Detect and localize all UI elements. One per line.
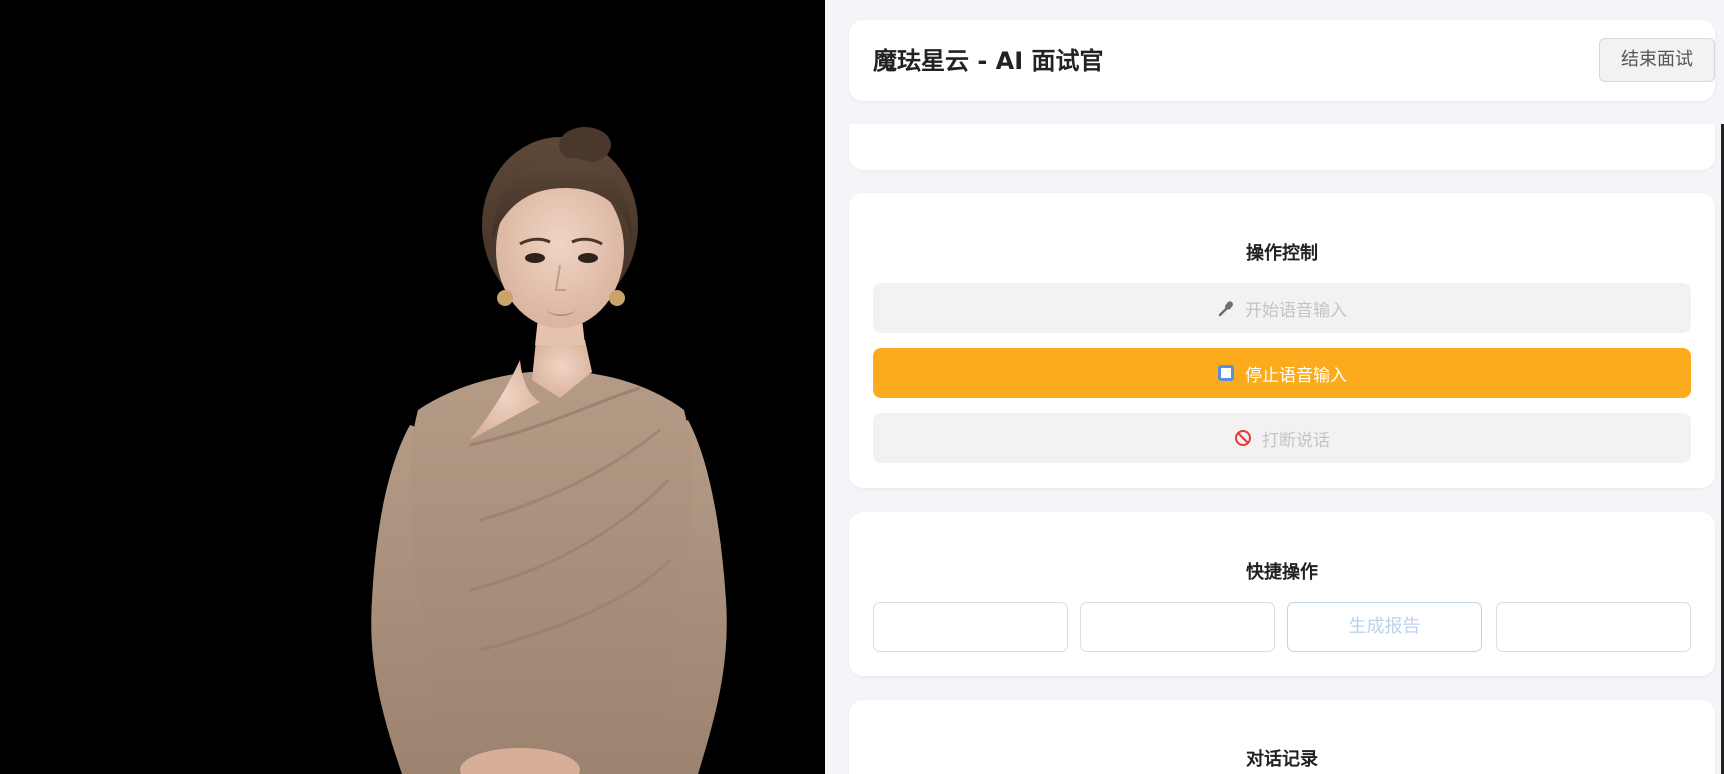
quick-action-button-4[interactable] xyxy=(1496,602,1691,652)
quick-action-button-2[interactable] xyxy=(1080,602,1275,652)
start-voice-input-label: 开始语音输入 xyxy=(1245,300,1347,321)
avatar-figure xyxy=(371,127,727,774)
dialog-log-title: 对话记录 xyxy=(1246,749,1318,770)
microphone-icon xyxy=(1218,301,1233,317)
interrupt-speaking-button[interactable]: 打断说话 xyxy=(873,413,1691,463)
dialog-log-card: 对话记录 xyxy=(849,700,1715,774)
status-card xyxy=(849,124,1715,170)
interrupt-speaking-label: 打断说话 xyxy=(1262,430,1330,451)
end-interview-button[interactable]: 结束面试 xyxy=(1599,38,1715,82)
quick-actions-card: 快捷操作 生成报告 xyxy=(849,512,1715,676)
stop-square-icon xyxy=(1218,365,1234,381)
control-section-title: 操作控制 xyxy=(1246,243,1318,264)
page-title: 魔珐星云 - AI 面试官 xyxy=(873,47,1104,75)
avatar-video-pane xyxy=(0,0,825,774)
generate-report-button[interactable]: 生成报告 xyxy=(1287,602,1482,652)
control-card: 操作控制 开始语音输入 停止语音输入 打断说话 xyxy=(849,193,1715,488)
stop-voice-input-button[interactable]: 停止语音输入 xyxy=(873,348,1691,398)
stop-voice-input-label: 停止语音输入 xyxy=(1245,365,1347,386)
control-panel: 魔珐星云 - AI 面试官 结束面试 操作控制 开始语音输入 停止语音输入 打断… xyxy=(825,0,1724,774)
no-entry-icon xyxy=(1235,430,1251,446)
quick-actions-title: 快捷操作 xyxy=(1246,562,1318,583)
start-voice-input-button[interactable]: 开始语音输入 xyxy=(873,283,1691,333)
quick-action-button-1[interactable] xyxy=(873,602,1068,652)
